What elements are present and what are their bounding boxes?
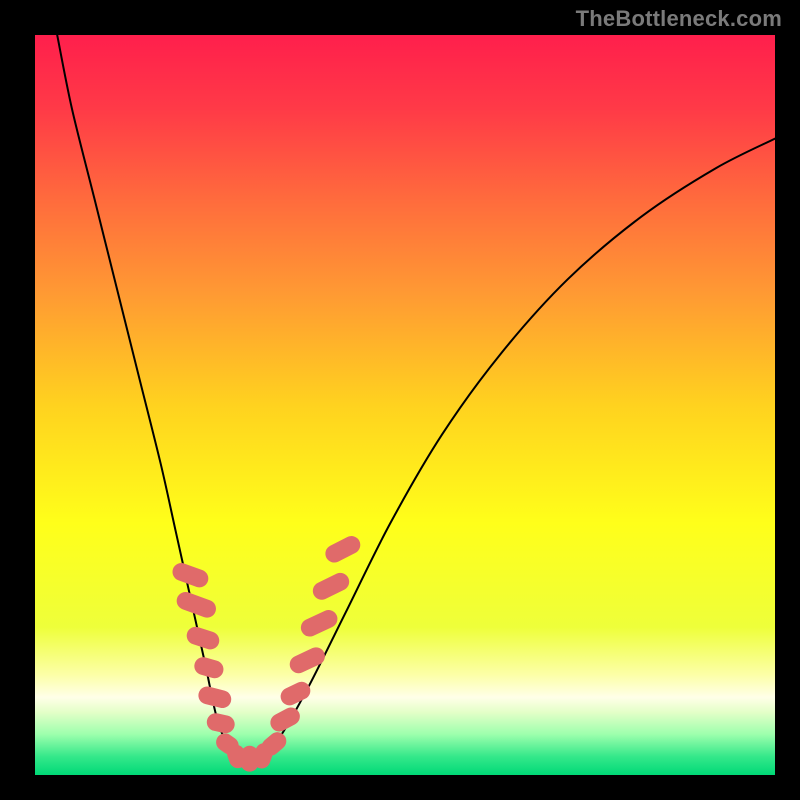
curve-marker	[192, 655, 225, 680]
curve-marker	[184, 625, 221, 652]
chart-frame: TheBottleneck.com	[0, 0, 800, 800]
curve-marker	[310, 570, 352, 603]
curve-marker	[170, 561, 211, 590]
curve-marker	[174, 589, 218, 620]
curve-markers	[170, 533, 363, 772]
curve-marker	[287, 644, 328, 676]
curve-marker	[322, 533, 363, 566]
curve-marker	[197, 685, 234, 710]
curve-marker	[278, 679, 314, 709]
curve-marker	[205, 712, 236, 735]
plot-area	[35, 35, 775, 775]
bottleneck-curve	[57, 35, 775, 762]
watermark-text: TheBottleneck.com	[576, 6, 782, 32]
curve-layer	[35, 35, 775, 775]
